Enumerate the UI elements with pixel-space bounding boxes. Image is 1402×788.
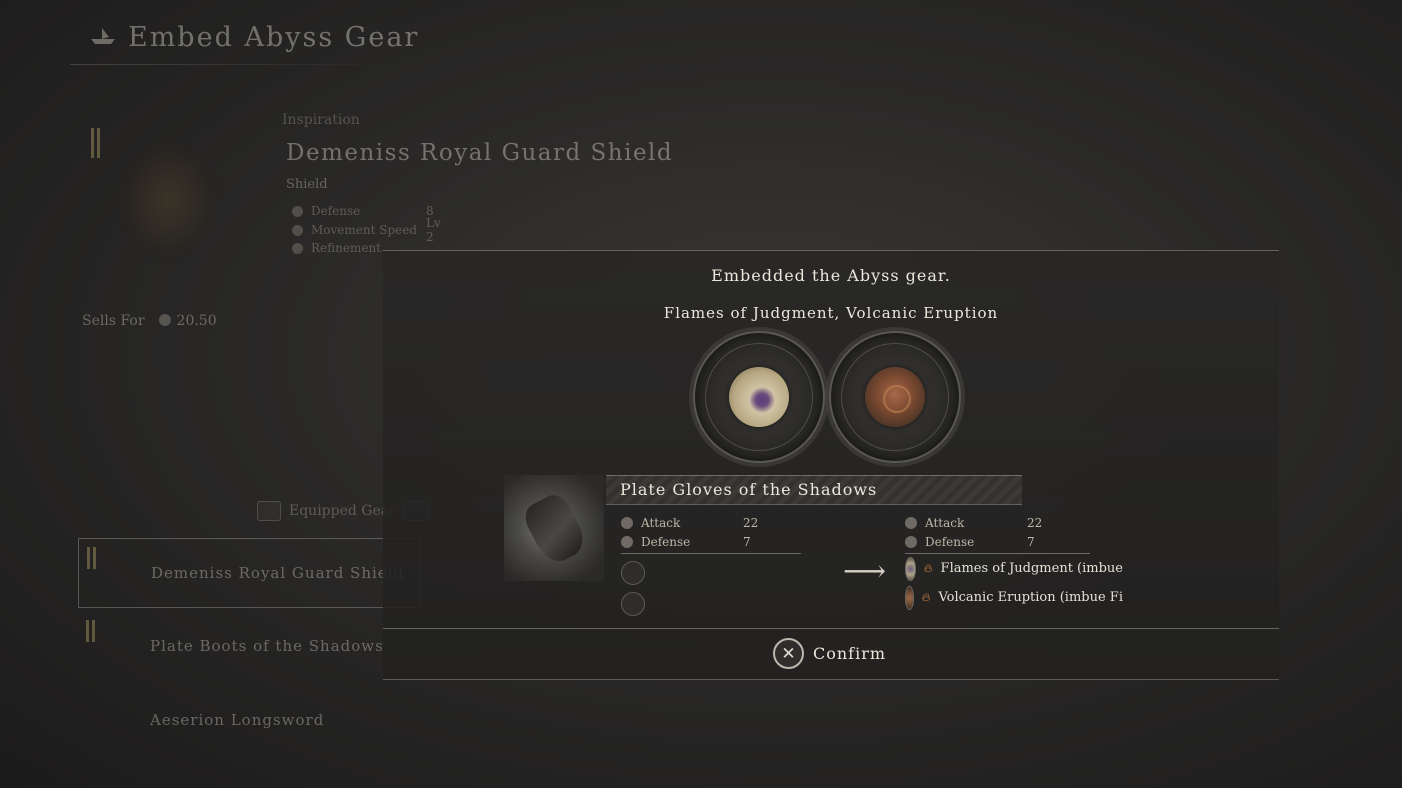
rarity-bars (87, 547, 96, 569)
stat-attack: Attack 22 (621, 513, 801, 532)
modal-title: Embedded the Abyss gear. (711, 266, 951, 285)
header-divider (70, 64, 400, 65)
defense-icon (292, 205, 303, 217)
shield-thumbnail (118, 140, 218, 260)
sells-label: Sells For (82, 313, 145, 329)
list-item-name: Plate Boots of the Shadows (150, 637, 384, 655)
confirm-button[interactable]: ✕ Confirm (773, 638, 886, 669)
gloves-icon (519, 489, 591, 569)
gear-socket (693, 331, 825, 463)
list-item[interactable]: Aeserion Longsword (78, 686, 418, 754)
item-name: Demeniss Royal Guard Shield (286, 140, 674, 166)
gloves-thumbnail (504, 475, 604, 581)
confirm-label: Confirm (813, 644, 887, 663)
stat-label: Defense (925, 534, 975, 549)
list-item[interactable]: Demeniss Royal Guard Shield (78, 538, 420, 608)
coin-icon (158, 314, 171, 326)
speed-icon (292, 224, 303, 236)
stat-movement-speed: Movement Speed Lv 2 (292, 216, 441, 244)
l1-button-icon (257, 501, 281, 521)
embedded-gem-row: 🔥︎ Volcanic Eruption (imbue Fi (905, 583, 1123, 612)
stat-value: 7 (743, 534, 751, 549)
page-header: Embed Abyss Gear (88, 22, 419, 53)
equipped-gear-label: Equipped Gear (289, 503, 396, 519)
sells-value: 20.50 (176, 313, 217, 329)
stat-defense: Defense 7 (905, 532, 1127, 551)
stat-refinement: Refinement (292, 241, 381, 255)
gem-name: Flames of Judgment (imbue (940, 561, 1123, 576)
divider (621, 553, 801, 554)
defense-icon (621, 535, 633, 548)
gear-socket (829, 331, 961, 463)
embedded-gem-row: 🔥︎ Flames of Judgment (imbue (905, 554, 1123, 583)
volcanic-gem-icon (905, 585, 914, 610)
stat-label: Attack (641, 515, 681, 530)
stat-label: Defense (641, 534, 691, 549)
gear-name-bar: Plate Gloves of the Shadows (606, 475, 1022, 505)
rarity-bars (86, 620, 95, 642)
stats-before: Attack 22 Defense 7 (621, 513, 801, 616)
attack-icon (621, 516, 633, 529)
gem-name: Volcanic Eruption (imbue Fi (938, 590, 1123, 605)
list-item[interactable]: Plate Boots of the Shadows (78, 612, 418, 680)
empty-socket-icon (621, 561, 645, 585)
ship-icon (88, 25, 118, 51)
list-item-name: Demeniss Royal Guard Shield (151, 564, 405, 582)
stat-label: Defense (311, 204, 361, 218)
embed-result-modal: Embedded the Abyss gear. Flames of Judgm… (383, 250, 1279, 680)
empty-socket-icon (621, 592, 645, 616)
flame-icon: 🔥︎ (921, 590, 931, 604)
stat-label: Movement Speed (311, 223, 418, 237)
rarity-bars (91, 128, 100, 158)
item-tag: Inspiration (282, 112, 360, 128)
stat-value: 22 (743, 515, 759, 530)
stat-defense: Defense 7 (621, 532, 801, 551)
item-type: Shield (286, 177, 328, 192)
sell-price: Sells For 20.50 (82, 313, 217, 329)
page-title: Embed Abyss Gear (128, 22, 420, 53)
stat-value: 7 (1027, 534, 1035, 549)
list-item-name: Aeserion Longsword (150, 711, 325, 729)
stat-defense: Defense 8 (292, 204, 434, 218)
embedded-gear-names: Flames of Judgment, Volcanic Eruption (663, 304, 999, 322)
gear-name: Plate Gloves of the Shadows (620, 480, 878, 499)
cross-button-icon: ✕ (773, 638, 804, 669)
refinement-icon (292, 242, 303, 254)
eye-gem-icon (905, 556, 916, 581)
stat-label: Refinement (311, 241, 382, 255)
eye-gem-icon (729, 367, 789, 427)
defense-icon (905, 535, 917, 548)
arrow-right-icon: ⟶ (843, 554, 887, 589)
stat-attack: Attack 22 (905, 513, 1127, 532)
stat-value: Lv 2 (426, 216, 441, 244)
stat-value: 22 (1027, 515, 1043, 530)
volcanic-gem-icon (865, 367, 925, 427)
flame-icon: 🔥︎ (923, 561, 933, 575)
confirm-bar: ✕ Confirm (383, 628, 1279, 679)
stats-after: Attack 22 Defense 7 🔥︎ Flames of Judgmen… (905, 513, 1127, 612)
attack-icon (905, 516, 917, 529)
stat-label: Attack (925, 515, 965, 530)
